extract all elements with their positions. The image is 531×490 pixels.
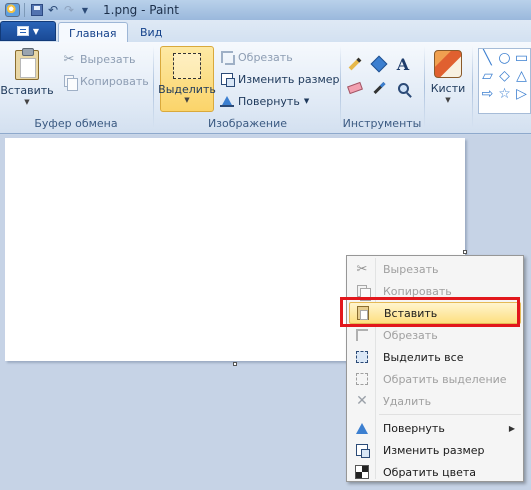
menu-item-paste[interactable]: Вставить bbox=[349, 302, 521, 324]
menu-item-delete[interactable]: ✕ Удалить bbox=[349, 390, 521, 412]
document-icon bbox=[16, 26, 29, 36]
shape-arrow-icon[interactable]: ⇨ bbox=[482, 87, 494, 101]
delete-icon: ✕ bbox=[356, 393, 368, 409]
shapes-gallery[interactable]: ╲ ○ ▭ ▱ ◇ △ ⇨ ☆ ▷ bbox=[478, 48, 531, 114]
menu-item-label: Обратить цвета bbox=[383, 465, 476, 479]
shape-star-icon[interactable]: ☆ bbox=[498, 87, 511, 101]
paint-app-icon[interactable] bbox=[4, 2, 20, 18]
menu-item-label: Удалить bbox=[383, 394, 432, 408]
menu-item-label: Вырезать bbox=[383, 262, 439, 276]
shape-triangle-icon[interactable]: △ bbox=[516, 69, 527, 83]
tools-group: Инструменты bbox=[340, 44, 424, 132]
group-separator bbox=[472, 46, 473, 128]
copy-icon bbox=[349, 285, 375, 301]
menu-item-label: Изменить размер bbox=[383, 443, 485, 457]
ribbon-tabs: ▼ Главная Вид bbox=[0, 20, 531, 43]
invert-selection-icon bbox=[349, 373, 375, 385]
customize-quick-access-icon[interactable]: ▼ bbox=[77, 2, 93, 18]
menu-item-label: Выделить все bbox=[383, 350, 464, 364]
chevron-down-icon: ▼ bbox=[32, 26, 40, 36]
shape-right-triangle-icon[interactable]: ▷ bbox=[516, 87, 527, 101]
chevron-down-icon: ▼ bbox=[303, 97, 310, 105]
rotate-icon bbox=[349, 422, 375, 434]
menu-item-copy[interactable]: Копировать bbox=[349, 280, 521, 302]
resize-icon bbox=[349, 444, 375, 458]
menu-item-label: Обратить выделение bbox=[383, 372, 507, 386]
invert-colors-icon bbox=[349, 465, 375, 479]
quick-access-separator bbox=[24, 3, 25, 17]
image-group: Выделить ▼ Обрезать Изменить размер Пове… bbox=[0, 44, 340, 132]
submenu-arrow-icon: ▶ bbox=[508, 423, 515, 433]
select-button-label: Выделить bbox=[158, 83, 216, 96]
menu-item-label: Повернуть bbox=[383, 421, 445, 435]
select-button[interactable]: Выделить ▼ bbox=[158, 46, 216, 112]
shape-rectangle-icon[interactable]: ▭ bbox=[515, 51, 528, 65]
menu-item-rotate[interactable]: Повернуть ▶ bbox=[349, 417, 521, 439]
ribbon: Вставить ▼ ✂ Вырезать Копировать Буфер о… bbox=[0, 42, 531, 134]
selection-rectangle-icon bbox=[173, 53, 201, 79]
redo-icon[interactable]: ↷ bbox=[61, 2, 77, 18]
crop-label: Обрезать bbox=[238, 50, 293, 64]
tools-group-label: Инструменты bbox=[342, 117, 422, 130]
resize-label: Изменить размер bbox=[238, 72, 340, 86]
resize-handle-bottom[interactable] bbox=[233, 362, 237, 366]
rotate-button[interactable]: Повернуть ▼ bbox=[220, 92, 309, 110]
resize-handle-right[interactable] bbox=[463, 250, 467, 254]
menu-item-select-all[interactable]: Выделить все bbox=[349, 346, 521, 368]
menu-item-label: Вставить bbox=[384, 306, 438, 320]
save-icon[interactable] bbox=[29, 2, 45, 18]
menu-item-cut[interactable]: ✂ Вырезать bbox=[349, 258, 521, 280]
menu-item-resize[interactable]: Изменить размер bbox=[349, 439, 521, 461]
chevron-down-icon: ▼ bbox=[184, 96, 190, 104]
shape-polygon-icon[interactable]: ▱ bbox=[482, 69, 493, 83]
brushes-button[interactable]: Кисти ▼ bbox=[428, 44, 468, 104]
resize-icon bbox=[220, 72, 235, 87]
crop-icon bbox=[220, 50, 235, 65]
chevron-down-icon: ▼ bbox=[445, 96, 451, 104]
rotate-label: Повернуть bbox=[238, 94, 300, 108]
shape-diamond-icon[interactable]: ◇ bbox=[499, 69, 510, 83]
brush-icon bbox=[434, 50, 462, 78]
undo-icon[interactable]: ↶ bbox=[45, 2, 61, 18]
menu-item-label: Обрезать bbox=[383, 328, 438, 342]
resize-button[interactable]: Изменить размер bbox=[220, 70, 340, 88]
tab-home[interactable]: Главная bbox=[58, 22, 128, 43]
menu-item-invert-selection[interactable]: Обратить выделение bbox=[349, 368, 521, 390]
shape-ellipse-icon[interactable]: ○ bbox=[498, 51, 510, 65]
brushes-label: Кисти bbox=[430, 82, 466, 95]
rotate-icon bbox=[220, 94, 234, 108]
menu-item-label: Копировать bbox=[383, 284, 452, 298]
menu-item-crop[interactable]: Обрезать bbox=[349, 324, 521, 346]
select-all-icon bbox=[349, 351, 375, 363]
tab-view[interactable]: Вид bbox=[130, 22, 172, 42]
file-menu-button[interactable]: ▼ bbox=[0, 21, 56, 41]
paste-icon bbox=[350, 306, 376, 320]
crop-button[interactable]: Обрезать bbox=[220, 48, 293, 66]
window-title: 1.png - Paint bbox=[103, 3, 179, 17]
context-menu: ✂ Вырезать Копировать Вставить Обрезать … bbox=[346, 255, 524, 482]
shape-line-icon[interactable]: ╲ bbox=[483, 51, 491, 65]
image-group-label: Изображение bbox=[207, 117, 288, 130]
crop-icon bbox=[349, 329, 375, 341]
scissors-icon: ✂ bbox=[356, 261, 368, 277]
menu-separator bbox=[379, 414, 521, 415]
menu-item-invert-colors[interactable]: Обратить цвета bbox=[349, 461, 521, 483]
title-bar: ↶ ↷ ▼ 1.png - Paint bbox=[0, 0, 531, 20]
group-separator bbox=[424, 46, 425, 128]
